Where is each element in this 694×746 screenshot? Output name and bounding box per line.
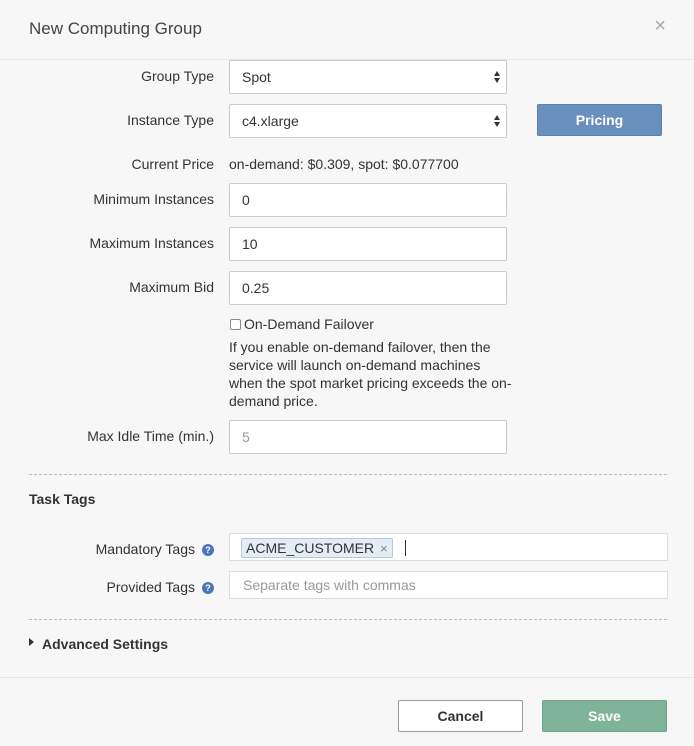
max-bid-label: Maximum Bid [129,279,214,295]
section-divider [29,474,667,475]
instance-type-label: Instance Type [127,112,214,128]
current-price-value: on-demand: $0.309, spot: $0.077700 [229,156,459,172]
provided-tags-placeholder: Separate tags with commas [243,577,416,593]
tag-chip-label: ACME_CUSTOMER [246,540,375,556]
pricing-button[interactable]: Pricing [537,104,662,136]
remove-tag-icon[interactable]: × [380,541,388,556]
dialog-title: New Computing Group [29,19,202,38]
cancel-button[interactable]: Cancel [398,700,523,732]
max-idle-placeholder: 5 [242,429,250,445]
text-caret [405,540,406,556]
select-arrows-icon [494,115,500,127]
section-divider [29,619,667,620]
min-instances-input[interactable]: 0 [229,183,507,217]
close-icon[interactable]: × [654,16,666,36]
help-icon[interactable]: ? [202,544,214,556]
task-tags-heading: Task Tags [29,491,96,507]
select-arrows-icon [494,71,500,83]
instance-type-value: c4.xlarge [242,113,299,129]
on-demand-failover-label[interactable]: On-Demand Failover [244,316,374,332]
mandatory-tags-label: Mandatory Tags [95,541,195,557]
dialog-footer: Cancel Save [0,677,694,746]
instance-type-select[interactable]: c4.xlarge [229,104,507,138]
provided-tags-input[interactable]: Separate tags with commas [229,571,668,599]
max-bid-input[interactable]: 0.25 [229,271,507,305]
max-instances-input[interactable]: 10 [229,227,507,261]
help-icon[interactable]: ? [202,582,214,594]
min-instances-label: Minimum Instances [93,191,214,207]
max-idle-input[interactable]: 5 [229,420,507,454]
advanced-settings-toggle[interactable]: Advanced Settings [42,636,168,652]
dialog-header: New Computing Group × [0,0,694,60]
mandatory-tags-input[interactable]: ACME_CUSTOMER × [229,533,668,561]
chevron-right-icon[interactable] [29,638,34,646]
group-type-select[interactable]: Spot [229,60,507,94]
current-price-label: Current Price [131,156,214,172]
save-button[interactable]: Save [542,700,667,732]
on-demand-failover-help: If you enable on-demand failover, then t… [229,339,512,409]
tag-chip: ACME_CUSTOMER × [241,538,393,558]
max-idle-label: Max Idle Time (min.) [87,428,214,444]
group-type-label: Group Type [141,68,214,84]
group-type-value: Spot [242,69,271,85]
max-instances-label: Maximum Instances [89,235,214,251]
provided-tags-label: Provided Tags [106,579,195,595]
on-demand-failover-checkbox[interactable] [230,319,241,330]
